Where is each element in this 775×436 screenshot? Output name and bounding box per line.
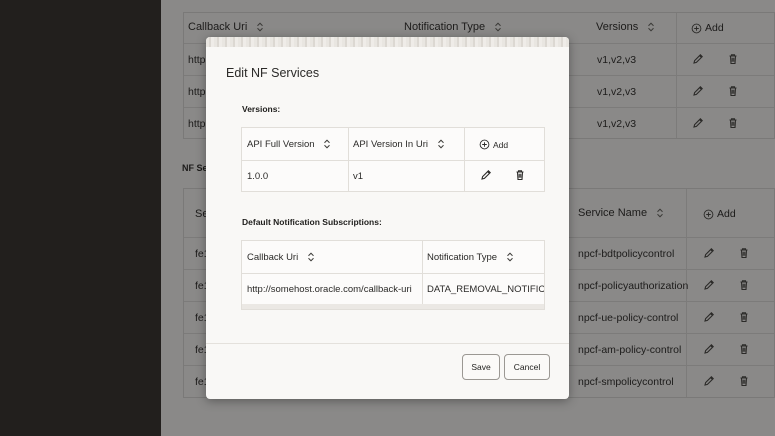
sort-icon[interactable] <box>656 208 664 218</box>
bg-row-versions: v1,v2,v3 <box>597 54 637 66</box>
version-full-cell: 1.0.0 <box>247 171 269 182</box>
trash-icon[interactable] <box>726 84 740 98</box>
left-sidebar <box>0 0 161 436</box>
pencil-icon[interactable] <box>691 116 705 130</box>
bg-service-name: npcf-policyauthorization <box>578 280 689 292</box>
bg-add-button[interactable]: Add <box>691 22 724 34</box>
bg-section-label: NF Se <box>182 163 208 173</box>
bg-service-name: npcf-am-policy-control <box>578 344 682 356</box>
dialog-drag-handle[interactable] <box>206 37 569 47</box>
trash-icon[interactable] <box>737 278 751 292</box>
bg-service-name: npcf-bdtpolicycontrol <box>578 248 675 260</box>
versions-label: Versions: <box>242 104 281 114</box>
add-circle-icon <box>479 139 490 150</box>
edit-nf-services-dialog: Edit NF Services Versions: API Full Vers… <box>206 37 569 399</box>
trash-icon[interactable] <box>737 246 751 260</box>
bg-row-versions: v1,v2,v3 <box>597 86 637 98</box>
header-api-version-in-uri[interactable]: API Version In Uri <box>353 139 445 150</box>
header-callback-uri[interactable]: Callback Uri <box>247 252 315 263</box>
version-in-uri-cell: v1 <box>353 171 364 182</box>
subscription-type-cell: DATA_REMOVAL_NOTIFICATION <box>427 284 545 295</box>
subscriptions-table: Callback Uri Notification Type http://so… <box>241 240 545 310</box>
bg-services-add-button[interactable]: Add <box>703 208 736 220</box>
sort-icon[interactable] <box>256 22 264 32</box>
sort-icon[interactable] <box>494 22 502 32</box>
sort-icon[interactable] <box>323 139 331 149</box>
pencil-icon[interactable] <box>702 246 716 260</box>
trash-icon[interactable] <box>737 342 751 356</box>
sort-icon[interactable] <box>307 252 315 262</box>
bg-service-name: npcf-smpolicycontrol <box>578 376 674 388</box>
versions-table: API Full Version API Version In Uri Add … <box>241 127 545 192</box>
trash-icon[interactable] <box>726 52 740 66</box>
bg-header-service-name[interactable]: Service Name <box>578 207 664 219</box>
bg-row-versions: v1,v2,v3 <box>597 118 637 130</box>
header-api-full-version[interactable]: API Full Version <box>247 139 331 150</box>
pencil-icon[interactable] <box>691 84 705 98</box>
sort-icon[interactable] <box>647 22 655 32</box>
dialog-footer-divider <box>206 343 569 344</box>
bg-header-versions[interactable]: Versions <box>596 21 655 33</box>
bg-row-uri: http <box>188 86 206 98</box>
save-button[interactable]: Save <box>462 354 500 380</box>
pencil-icon[interactable] <box>691 52 705 66</box>
pencil-icon[interactable] <box>702 310 716 324</box>
trash-icon[interactable] <box>513 168 527 182</box>
pencil-icon[interactable] <box>702 278 716 292</box>
bg-row-uri: http <box>188 54 206 66</box>
subscriptions-label: Default Notification Subscriptions: <box>242 217 382 227</box>
trash-icon[interactable] <box>737 374 751 388</box>
bg-row-uri: http <box>188 118 206 130</box>
cancel-button[interactable]: Cancel <box>504 354 550 380</box>
pencil-icon[interactable] <box>702 342 716 356</box>
bg-header-notification-type[interactable]: Notification Type <box>404 21 502 33</box>
add-circle-icon <box>691 23 702 34</box>
pencil-icon[interactable] <box>479 168 493 182</box>
add-version-label: Add <box>493 139 509 150</box>
trash-icon[interactable] <box>737 310 751 324</box>
sort-icon[interactable] <box>437 139 445 149</box>
sort-icon[interactable] <box>506 252 514 262</box>
bg-service-name: npcf-ue-policy-control <box>578 312 679 324</box>
subscription-uri-cell: http://somehost.oracle.com/callback-uri <box>247 284 412 295</box>
dialog-title: Edit NF Services <box>226 66 320 80</box>
pencil-icon[interactable] <box>702 374 716 388</box>
header-notification-type[interactable]: Notification Type <box>427 252 514 263</box>
bg-header-callback-uri[interactable]: Callback Uri <box>188 21 264 33</box>
add-version-button[interactable]: Add <box>479 139 508 150</box>
trash-icon[interactable] <box>726 116 740 130</box>
add-circle-icon <box>703 209 714 220</box>
horizontal-scrollbar[interactable] <box>242 304 544 309</box>
